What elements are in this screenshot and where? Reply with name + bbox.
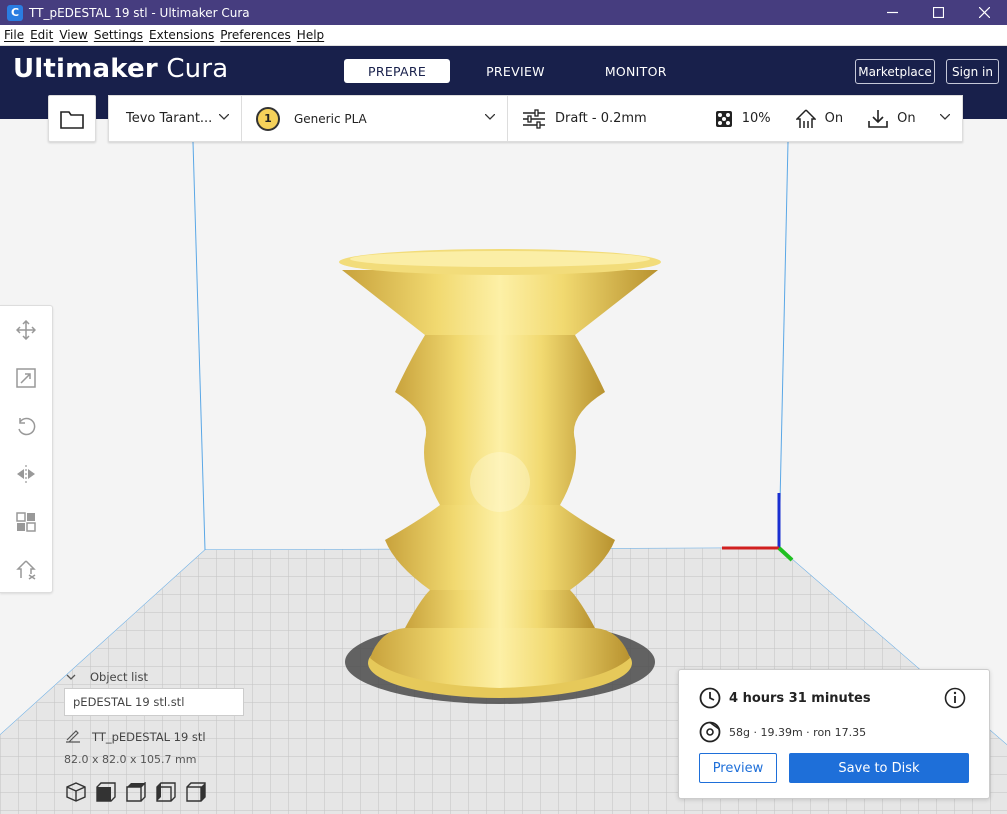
print-summary-panel: 4 hours 31 minutes 58g · 19.39m · ron 17… [678,669,990,799]
support-setting: On [795,108,844,129]
menu-view[interactable]: View [58,28,90,42]
infill-setting: 10% [715,110,771,128]
stage-tabs: PREPARE PREVIEW MONITOR [344,59,703,83]
tab-prepare[interactable]: PREPARE [344,59,451,83]
printer-selector[interactable]: Tevo Tarant... [109,96,242,141]
save-to-disk-button[interactable]: Save to Disk [789,753,969,783]
menu-help[interactable]: Help [296,28,327,42]
scale-tool-button[interactable] [15,367,37,389]
move-icon [16,320,36,340]
support-blocker-button[interactable] [15,559,37,581]
cura-app-icon: C [7,4,23,21]
menu-preferences[interactable]: Preferences [219,28,294,42]
chevron-down-icon [485,114,495,120]
maximize-button[interactable] [915,0,961,25]
window-controls [869,0,1007,25]
printer-name: Tevo Tarant... [126,111,213,126]
menu-settings[interactable]: Settings [93,28,146,42]
window-title: TT_pEDESTAL 19 stl - Ultimaker Cura [29,5,250,20]
view-3d-icon [66,782,86,802]
adhesion-setting: On [868,109,916,129]
view-left-button[interactable] [155,781,177,803]
view-right-icon [186,782,206,802]
ultimaker-cura-logo: Ultimaker Cura [13,54,228,84]
close-icon [978,7,990,18]
tab-monitor[interactable]: MONITOR [581,59,691,83]
per-model-settings-icon [16,512,36,532]
sign-in-button[interactable]: Sign in [946,59,999,84]
extruder-badge: 1 [256,106,280,131]
view-left-icon [156,782,176,802]
tab-preview[interactable]: PREVIEW [462,59,569,83]
rotate-tool-button[interactable] [15,415,37,437]
per-model-settings-button[interactable] [15,511,37,533]
material-name: Generic PLA [294,111,367,126]
object-list-filename[interactable]: pEDESTAL 19 stl.stl [64,688,244,716]
move-tool-button[interactable] [15,319,37,341]
rotate-icon [18,417,36,436]
print-time: 4 hours 31 minutes [729,691,871,706]
cura-window: C TT_pEDESTAL 19 stl - Ultimaker Cura Fi… [0,0,1007,814]
open-file-button[interactable] [48,95,96,142]
mirror-tool-button[interactable] [15,463,37,485]
spool-icon [699,721,721,743]
print-config-bar: Tevo Tarant... 1 Generic PLA Draft - 0.2… [108,95,963,142]
scale-icon [16,368,36,388]
menu-extensions[interactable]: Extensions [148,28,217,42]
print-settings-selector[interactable]: Draft - 0.2mm 10% On On [508,96,962,141]
chevron-down-icon [219,114,229,120]
maximize-icon [932,7,944,18]
material-usage: 58g · 19.39m · ron 17.35 [729,726,867,739]
object-list-toggle[interactable]: Object list [66,670,148,684]
infill-icon [715,110,732,127]
edit-pencil-icon [66,730,80,743]
logo-product: Cura [166,54,229,84]
sliders-icon [523,108,545,129]
support-icon [795,108,816,128]
chevron-down-icon [940,114,950,120]
mirror-icon [17,465,35,483]
info-icon[interactable] [944,687,966,709]
minimize-button[interactable] [869,0,915,25]
infill-value: 10% [741,111,771,126]
object-list-heading: Object list [90,670,148,684]
view-right-button[interactable] [185,781,207,803]
tool-panel [0,305,53,593]
view-3d-button[interactable] [65,781,87,803]
adhesion-icon [868,109,888,128]
menu-bar: File Edit View Settings Extensions Prefe… [0,25,1007,46]
clock-icon [699,687,721,709]
folder-icon [60,110,84,129]
chevron-down-icon [66,674,76,680]
marketplace-button[interactable]: Marketplace [855,59,935,84]
title-bar: C TT_pEDESTAL 19 stl - Ultimaker Cura [0,0,1007,25]
preview-button[interactable]: Preview [699,753,777,783]
view-top-button[interactable] [125,781,147,803]
adhesion-value: On [897,111,916,126]
profile-name: Draft - 0.2mm [555,111,647,126]
view-front-icon [96,782,116,802]
view-top-icon [126,782,146,802]
camera-view-buttons [65,781,215,803]
minimize-icon [886,11,898,14]
object-dimensions: 82.0 x 82.0 x 105.7 mm [64,753,197,766]
object-name[interactable]: TT_pEDESTAL 19 stl [92,730,206,744]
logo-brand: Ultimaker [13,54,158,84]
support-blocker-icon [16,560,36,580]
menu-edit[interactable]: Edit [29,28,56,42]
menu-file[interactable]: File [3,28,27,42]
view-front-button[interactable] [95,781,117,803]
material-selector[interactable]: 1 Generic PLA [242,96,508,141]
close-window-button[interactable] [961,0,1007,25]
profile-setting: Draft - 0.2mm [522,108,647,129]
support-value: On [824,111,844,126]
